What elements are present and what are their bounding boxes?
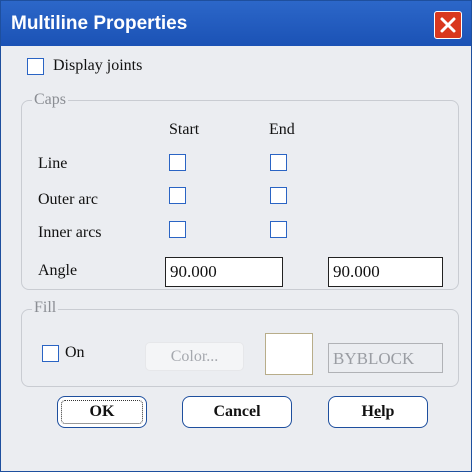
fill-on-checkbox[interactable] [42, 345, 59, 362]
caps-row-label: Line [38, 155, 68, 172]
close-button[interactable] [434, 11, 462, 39]
help-label-prefix: H [361, 403, 374, 420]
inner-arcs-end-checkbox[interactable] [270, 221, 287, 238]
angle-end-input[interactable]: 90.000 [328, 257, 443, 287]
caps-start-header: Start [169, 121, 200, 138]
fill-on-label: On [65, 344, 85, 361]
multiline-properties-dialog: Multiline Properties Display joints Caps… [0, 0, 472, 472]
display-joints-label: Display joints [53, 57, 143, 74]
display-joints-checkbox[interactable] [27, 58, 44, 75]
color-swatch [265, 333, 313, 375]
line-end-checkbox[interactable] [270, 154, 287, 171]
angle-start-input[interactable]: 90.000 [165, 257, 283, 287]
angle-label: Angle [38, 262, 78, 279]
color-button[interactable]: Color... [145, 342, 244, 371]
help-button[interactable]: Help [328, 396, 428, 428]
close-icon [440, 17, 456, 33]
dialog-title: Multiline Properties [11, 13, 188, 34]
caps-end-header: End [269, 121, 295, 138]
help-label-suffix: lp [381, 403, 395, 420]
outer-arc-end-checkbox[interactable] [270, 187, 287, 204]
inner-arcs-start-checkbox[interactable] [169, 221, 186, 238]
color-value-field: BYBLOCK [328, 343, 443, 373]
line-start-checkbox[interactable] [169, 154, 186, 171]
caps-legend: Caps [32, 91, 68, 109]
title-bar[interactable]: Multiline Properties [1, 1, 471, 46]
caps-row-label: Inner arcs [38, 224, 102, 241]
outer-arc-start-checkbox[interactable] [169, 187, 186, 204]
cancel-button[interactable]: Cancel [182, 396, 292, 428]
caps-row-label: Outer arc [38, 191, 98, 208]
fill-legend: Fill [32, 299, 59, 317]
ok-button[interactable]: OK [57, 396, 147, 428]
